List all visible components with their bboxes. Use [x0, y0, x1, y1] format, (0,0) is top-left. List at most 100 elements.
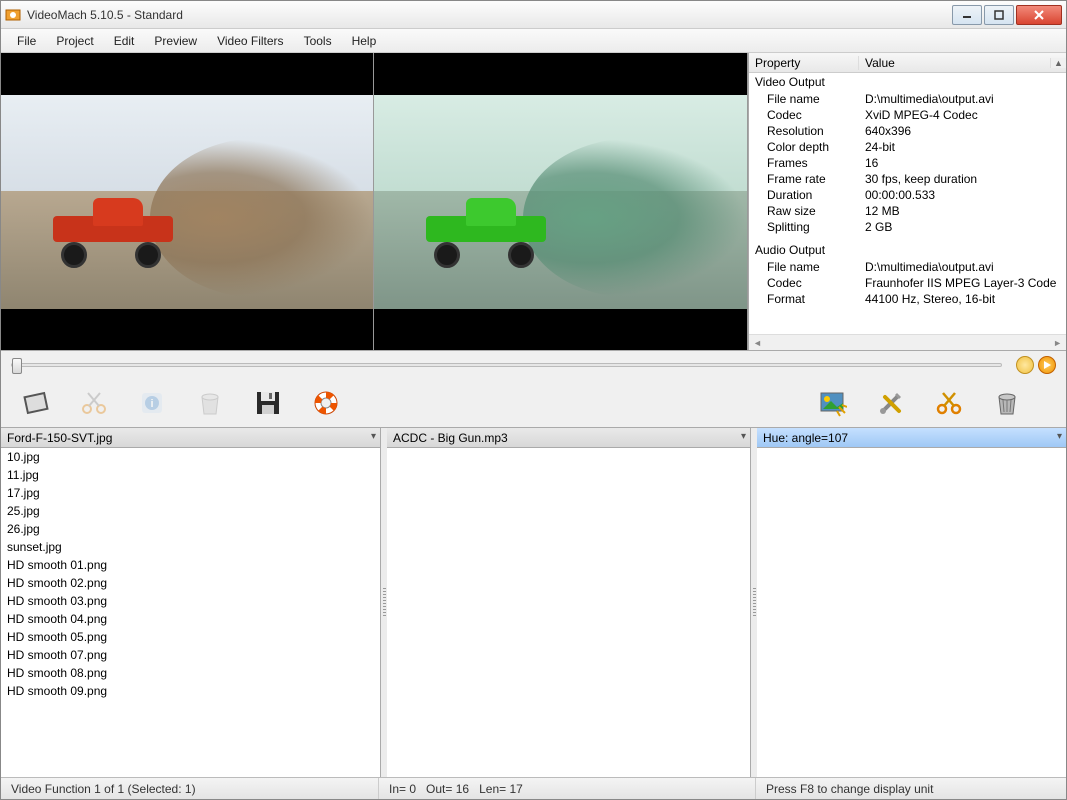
property-key: File name — [749, 260, 859, 274]
property-key: Splitting — [749, 220, 859, 234]
preview-row: Property Value ▲ Video OutputFile nameD:… — [1, 53, 1066, 351]
list-item[interactable]: HD smooth 09.png — [1, 682, 380, 700]
property-row[interactable]: CodecXviD MPEG-4 Codec — [749, 107, 1066, 123]
property-row[interactable]: Frame rate30 fps, keep duration — [749, 171, 1066, 187]
record-button[interactable] — [1016, 356, 1034, 374]
files-list-body[interactable]: 10.jpg11.jpg17.jpg25.jpg26.jpgsunset.jpg… — [1, 448, 380, 777]
property-value: 16 — [859, 156, 1066, 170]
status-mid: In= 0 Out= 16 Len= 17 — [379, 778, 756, 799]
menu-tools[interactable]: Tools — [294, 31, 342, 51]
list-item[interactable]: 17.jpg — [1, 484, 380, 502]
list-item[interactable]: sunset.jpg — [1, 538, 380, 556]
help-button[interactable] — [309, 386, 343, 420]
menu-help[interactable]: Help — [342, 31, 387, 51]
property-value: 2 GB — [859, 220, 1066, 234]
property-row[interactable]: CodecFraunhofer IIS MPEG Layer-3 Code — [749, 275, 1066, 291]
preview-original[interactable] — [1, 53, 374, 350]
property-value: 30 fps, keep duration — [859, 172, 1066, 186]
list-item[interactable]: 26.jpg — [1, 520, 380, 538]
dropdown-icon[interactable]: ▾ — [741, 431, 746, 442]
timeline — [1, 351, 1066, 379]
property-row[interactable]: Raw size12 MB — [749, 203, 1066, 219]
menu-project[interactable]: Project — [46, 31, 103, 51]
property-row[interactable]: Frames16 — [749, 155, 1066, 171]
svg-text:i: i — [150, 398, 153, 410]
property-value: 44100 Hz, Stereo, 16-bit — [859, 292, 1066, 306]
filters-header[interactable]: Hue: angle=107 ▾ — [757, 428, 1066, 448]
delete-filter-button[interactable] — [990, 386, 1024, 420]
audio-header-label: ACDC - Big Gun.mp3 — [393, 431, 508, 445]
scroll-up-icon[interactable]: ▲ — [1050, 58, 1066, 68]
statusbar: Video Function 1 of 1 (Selected: 1) In= … — [1, 777, 1066, 799]
dropdown-icon[interactable]: ▾ — [371, 431, 376, 442]
list-item[interactable]: 10.jpg — [1, 448, 380, 466]
status-len: Len= 17 — [479, 782, 523, 796]
tools-button[interactable] — [874, 386, 908, 420]
properties-col-property[interactable]: Property — [749, 56, 859, 70]
cut-button — [77, 386, 111, 420]
scissors-icon — [80, 389, 108, 417]
filters-list-body[interactable] — [757, 448, 1066, 777]
cut-filter-button[interactable] — [932, 386, 966, 420]
property-value: 00:00:00.533 — [859, 188, 1066, 202]
filters-header-label: Hue: angle=107 — [763, 431, 848, 445]
property-key: Color depth — [749, 140, 859, 154]
toolbar: i — [1, 379, 1066, 427]
property-key: Codec — [749, 276, 859, 290]
properties-body[interactable]: Video OutputFile nameD:\multimedia\outpu… — [749, 73, 1066, 334]
timeline-thumb[interactable] — [12, 358, 22, 374]
files-header-label: Ford-F-150-SVT.jpg — [7, 431, 112, 445]
list-item[interactable]: 25.jpg — [1, 502, 380, 520]
dropdown-icon[interactable]: ▾ — [1057, 431, 1062, 442]
properties-col-value[interactable]: Value — [859, 56, 1050, 70]
close-button[interactable] — [1016, 5, 1062, 25]
preview-filtered[interactable] — [374, 53, 748, 350]
property-row[interactable]: Duration00:00:00.533 — [749, 187, 1066, 203]
properties-header: Property Value ▲ — [749, 53, 1066, 73]
play-button[interactable] — [1038, 356, 1056, 374]
property-group[interactable]: Video Output — [749, 73, 1066, 91]
list-item[interactable]: HD smooth 05.png — [1, 628, 380, 646]
list-item[interactable]: HD smooth 07.png — [1, 646, 380, 664]
property-group[interactable]: Audio Output — [749, 241, 1066, 259]
property-key: Codec — [749, 108, 859, 122]
titlebar[interactable]: VideoMach 5.10.5 - Standard — [1, 1, 1066, 29]
property-key: Duration — [749, 188, 859, 202]
menu-video-filters[interactable]: Video Filters — [207, 31, 293, 51]
menu-edit[interactable]: Edit — [104, 31, 145, 51]
property-row[interactable]: Format44100 Hz, Stereo, 16-bit — [749, 291, 1066, 307]
list-item[interactable]: 11.jpg — [1, 466, 380, 484]
files-header[interactable]: Ford-F-150-SVT.jpg ▾ — [1, 428, 380, 448]
maximize-button[interactable] — [984, 5, 1014, 25]
info-button: i — [135, 386, 169, 420]
property-value: D:\multimedia\output.avi — [859, 260, 1066, 274]
timeline-track[interactable] — [11, 363, 1002, 367]
property-value: Fraunhofer IIS MPEG Layer-3 Code — [859, 276, 1066, 290]
save-button[interactable] — [251, 386, 285, 420]
floppy-icon — [254, 389, 282, 417]
list-item[interactable]: HD smooth 03.png — [1, 592, 380, 610]
property-row[interactable]: Color depth24-bit — [749, 139, 1066, 155]
files-panel: Ford-F-150-SVT.jpg ▾ 10.jpg11.jpg17.jpg2… — [1, 428, 381, 777]
audio-list-body[interactable] — [387, 448, 750, 777]
property-value: XviD MPEG-4 Codec — [859, 108, 1066, 122]
image-settings-button[interactable] — [816, 386, 850, 420]
open-button[interactable] — [19, 386, 53, 420]
properties-hscrollbar[interactable]: ◄ ► — [749, 334, 1066, 350]
property-row[interactable]: Resolution640x396 — [749, 123, 1066, 139]
property-row[interactable]: File nameD:\multimedia\output.avi — [749, 91, 1066, 107]
property-row[interactable]: File nameD:\multimedia\output.avi — [749, 259, 1066, 275]
menu-file[interactable]: File — [7, 31, 46, 51]
list-item[interactable]: HD smooth 02.png — [1, 574, 380, 592]
list-item[interactable]: HD smooth 01.png — [1, 556, 380, 574]
property-value: D:\multimedia\output.avi — [859, 92, 1066, 106]
list-item[interactable]: HD smooth 08.png — [1, 664, 380, 682]
status-right: Press F8 to change display unit — [756, 778, 1066, 799]
menu-preview[interactable]: Preview — [144, 31, 207, 51]
audio-header[interactable]: ACDC - Big Gun.mp3 ▾ — [387, 428, 750, 448]
trash-icon — [994, 389, 1020, 417]
list-item[interactable]: HD smooth 04.png — [1, 610, 380, 628]
property-value: 640x396 — [859, 124, 1066, 138]
property-row[interactable]: Splitting2 GB — [749, 219, 1066, 235]
minimize-button[interactable] — [952, 5, 982, 25]
